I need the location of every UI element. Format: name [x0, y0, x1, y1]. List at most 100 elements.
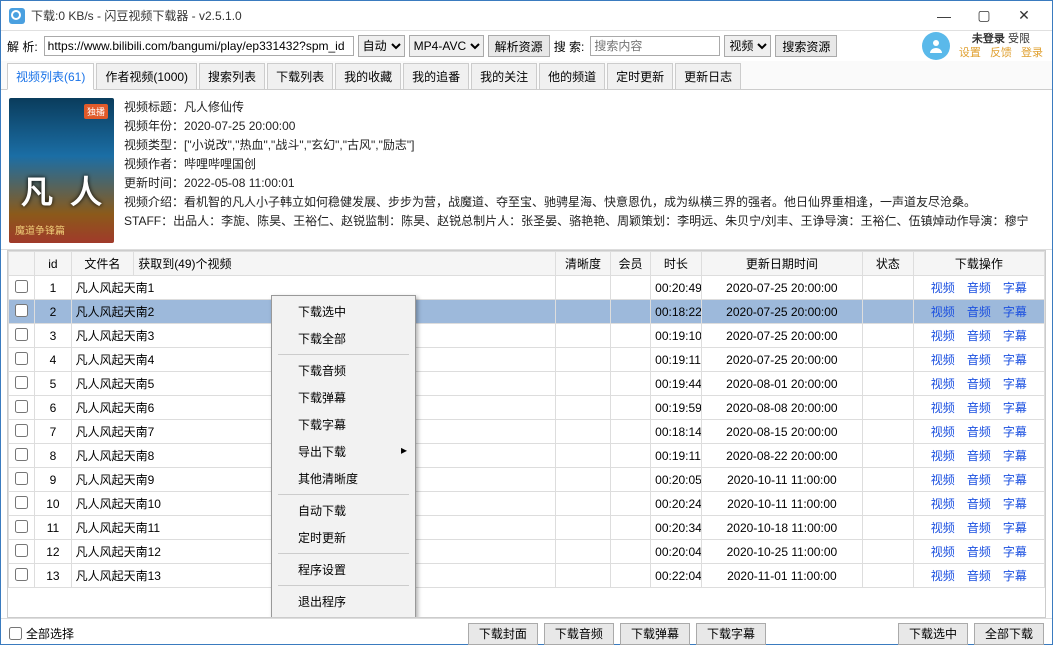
tab-1[interactable]: 作者视频(1000): [96, 63, 197, 89]
table-row[interactable]: 4凡人风起天南400:19:112020-07-25 20:00:00视频音频字…: [9, 348, 1045, 372]
menu-item[interactable]: 程序设置: [274, 556, 413, 583]
op-video[interactable]: 视频: [931, 401, 955, 415]
op-audio[interactable]: 音频: [967, 521, 991, 535]
row-checkbox[interactable]: [15, 448, 28, 461]
op-audio[interactable]: 音频: [967, 401, 991, 415]
op-audio[interactable]: 音频: [967, 353, 991, 367]
op-video[interactable]: 视频: [931, 353, 955, 367]
settings-link[interactable]: 设置: [959, 47, 981, 59]
download-audio-button[interactable]: 下载音频: [544, 623, 614, 645]
op-video[interactable]: 视频: [931, 569, 955, 583]
select-all-checkbox[interactable]: 全部选择: [9, 625, 74, 642]
format-select[interactable]: MP4-AVC: [409, 35, 484, 57]
download-cover-button[interactable]: 下载封面: [468, 623, 538, 645]
tab-7[interactable]: 他的频道: [539, 63, 605, 89]
table-row[interactable]: 8凡人风起天南800:19:112020-08-22 20:00:00视频音频字…: [9, 444, 1045, 468]
op-subtitle[interactable]: 字幕: [1003, 353, 1027, 367]
row-checkbox[interactable]: [15, 496, 28, 509]
search-button[interactable]: 搜索资源: [775, 35, 837, 57]
row-checkbox[interactable]: [15, 280, 28, 293]
op-audio[interactable]: 音频: [967, 329, 991, 343]
menu-item[interactable]: 定时更新: [274, 524, 413, 551]
op-video[interactable]: 视频: [931, 425, 955, 439]
download-all-button[interactable]: 全部下载: [974, 623, 1044, 645]
download-subtitle-button[interactable]: 下载字幕: [696, 623, 766, 645]
op-video[interactable]: 视频: [931, 449, 955, 463]
op-subtitle[interactable]: 字幕: [1003, 545, 1027, 559]
table-row[interactable]: 9凡人风起天南900:20:052020-10-11 11:00:00视频音频字…: [9, 468, 1045, 492]
op-video[interactable]: 视频: [931, 377, 955, 391]
op-audio[interactable]: 音频: [967, 281, 991, 295]
row-checkbox[interactable]: [15, 520, 28, 533]
feedback-link[interactable]: 反馈: [990, 47, 1012, 59]
op-subtitle[interactable]: 字幕: [1003, 569, 1027, 583]
download-selected-button[interactable]: 下载选中: [898, 623, 968, 645]
row-checkbox[interactable]: [15, 424, 28, 437]
login-link[interactable]: 登录: [1021, 47, 1043, 59]
op-audio[interactable]: 音频: [967, 305, 991, 319]
url-input[interactable]: [44, 36, 354, 56]
menu-item[interactable]: 其他清晰度: [274, 465, 413, 492]
menu-item[interactable]: 自动下载: [274, 497, 413, 524]
op-audio[interactable]: 音频: [967, 473, 991, 487]
op-video[interactable]: 视频: [931, 281, 955, 295]
op-video[interactable]: 视频: [931, 521, 955, 535]
op-audio[interactable]: 音频: [967, 425, 991, 439]
op-video[interactable]: 视频: [931, 497, 955, 511]
row-checkbox[interactable]: [15, 304, 28, 317]
parse-button[interactable]: 解析资源: [488, 35, 550, 57]
tab-0[interactable]: 视频列表(61): [7, 63, 94, 90]
op-video[interactable]: 视频: [931, 545, 955, 559]
download-danmu-button[interactable]: 下载弹幕: [620, 623, 690, 645]
table-row[interactable]: 11凡人风起天南1100:20:342020-10-18 11:00:00视频音…: [9, 516, 1045, 540]
table-row[interactable]: 2凡人风起天南200:18:222020-07-25 20:00:00视频音频字…: [9, 300, 1045, 324]
tab-2[interactable]: 搜索列表: [199, 63, 265, 89]
row-checkbox[interactable]: [15, 352, 28, 365]
menu-item[interactable]: 下载选中: [274, 298, 413, 325]
row-checkbox[interactable]: [15, 328, 28, 341]
search-type-select[interactable]: 视频: [724, 35, 771, 57]
table-row[interactable]: 3凡人风起天南300:19:102020-07-25 20:00:00视频音频字…: [9, 324, 1045, 348]
menu-item[interactable]: 下载弹幕: [274, 384, 413, 411]
menu-item[interactable]: 退出程序: [274, 588, 413, 615]
op-video[interactable]: 视频: [931, 473, 955, 487]
menu-item[interactable]: 下载音频: [274, 357, 413, 384]
op-subtitle[interactable]: 字幕: [1003, 377, 1027, 391]
mode-select[interactable]: 自动: [358, 35, 405, 57]
close-button[interactable]: ✕: [1004, 2, 1044, 30]
op-subtitle[interactable]: 字幕: [1003, 497, 1027, 511]
table-row[interactable]: 6凡人风起天南600:19:592020-08-08 20:00:00视频音频字…: [9, 396, 1045, 420]
op-audio[interactable]: 音频: [967, 377, 991, 391]
table-row[interactable]: 13凡人风起天南1300:22:042020-11-01 11:00:00视频音…: [9, 564, 1045, 588]
search-input[interactable]: [590, 36, 720, 56]
op-subtitle[interactable]: 字幕: [1003, 401, 1027, 415]
table-row[interactable]: 10凡人风起天南1000:20:242020-10-11 11:00:00视频音…: [9, 492, 1045, 516]
op-subtitle[interactable]: 字幕: [1003, 305, 1027, 319]
op-audio[interactable]: 音频: [967, 449, 991, 463]
op-subtitle[interactable]: 字幕: [1003, 473, 1027, 487]
op-subtitle[interactable]: 字幕: [1003, 449, 1027, 463]
tab-5[interactable]: 我的追番: [403, 63, 469, 89]
table-row[interactable]: 12凡人风起天南1200:20:042020-10-25 11:00:00视频音…: [9, 540, 1045, 564]
minimize-button[interactable]: —: [924, 2, 964, 30]
tab-4[interactable]: 我的收藏: [335, 63, 401, 89]
maximize-button[interactable]: ▢: [964, 2, 1004, 30]
menu-item[interactable]: 导出下载: [274, 438, 413, 465]
tab-9[interactable]: 更新日志: [675, 63, 741, 89]
op-audio[interactable]: 音频: [967, 545, 991, 559]
op-video[interactable]: 视频: [931, 305, 955, 319]
row-checkbox[interactable]: [15, 376, 28, 389]
op-video[interactable]: 视频: [931, 329, 955, 343]
table-row[interactable]: 1凡人风起天南100:20:492020-07-25 20:00:00视频音频字…: [9, 276, 1045, 300]
op-subtitle[interactable]: 字幕: [1003, 329, 1027, 343]
table-row[interactable]: 5凡人风起天南500:19:442020-08-01 20:00:00视频音频字…: [9, 372, 1045, 396]
avatar[interactable]: [922, 32, 950, 60]
tab-3[interactable]: 下载列表: [267, 63, 333, 89]
op-subtitle[interactable]: 字幕: [1003, 521, 1027, 535]
op-audio[interactable]: 音频: [967, 569, 991, 583]
tab-6[interactable]: 我的关注: [471, 63, 537, 89]
row-checkbox[interactable]: [15, 472, 28, 485]
menu-item[interactable]: 下载全部: [274, 325, 413, 352]
op-subtitle[interactable]: 字幕: [1003, 281, 1027, 295]
row-checkbox[interactable]: [15, 568, 28, 581]
